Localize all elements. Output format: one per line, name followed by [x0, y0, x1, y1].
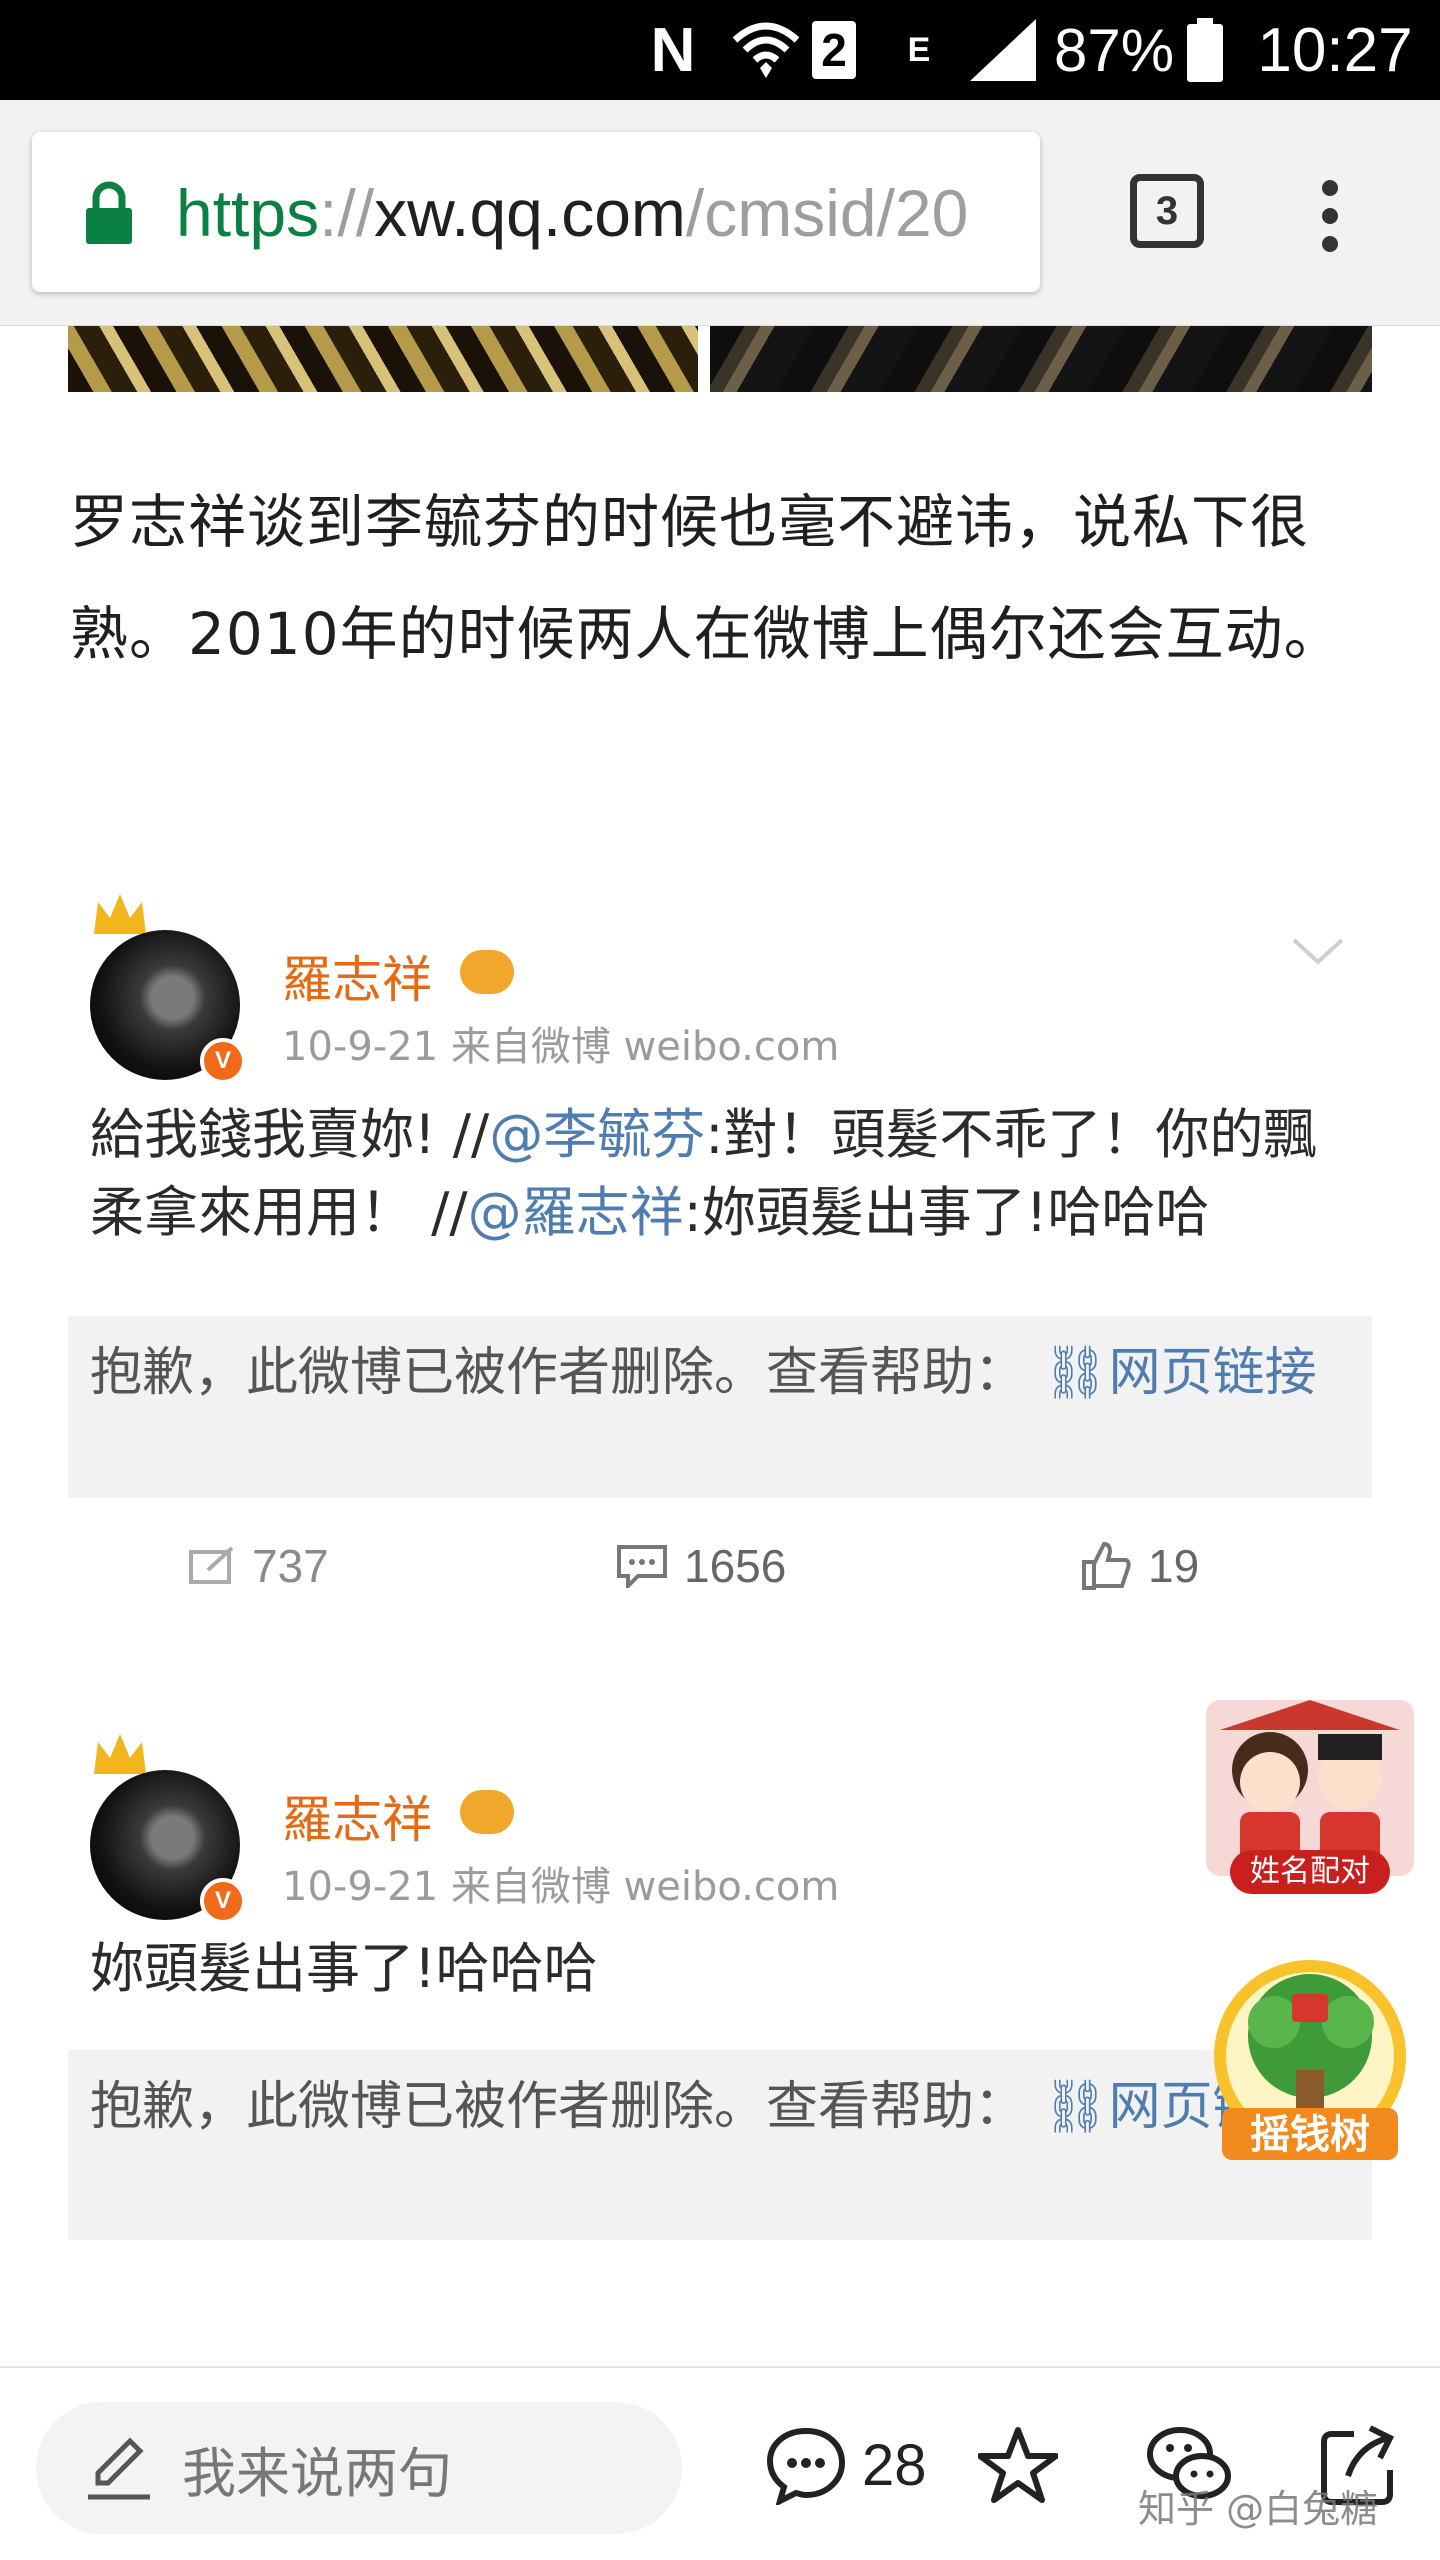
- article-image-bottom: [68, 326, 1372, 392]
- deleted-notice: 抱歉，此微博已被作者删除。查看帮助： ⛓网页链接: [68, 1316, 1372, 1498]
- browser-toolbar: https://xw.qq.com/cmsid/20 3: [0, 100, 1440, 326]
- wifi-icon: [726, 14, 806, 86]
- comment-button[interactable]: 28: [764, 2420, 927, 2510]
- money-tree-ad[interactable]: 摇钱树: [1208, 1958, 1412, 2168]
- comment-icon: [617, 1545, 667, 1588]
- signal-icon: [968, 14, 1038, 86]
- url-bar[interactable]: https://xw.qq.com/cmsid/20: [32, 132, 1040, 292]
- sim-icon: 2: [808, 14, 860, 86]
- chevron-down-icon: [1290, 934, 1346, 968]
- ad-label: 摇钱树: [1250, 2112, 1370, 2158]
- name-match-ad[interactable]: 姓名配对: [1200, 1690, 1420, 1900]
- deleted-text: 抱歉，此微博已被作者删除。查看帮助：: [90, 2077, 1027, 2137]
- nfc-icon: N: [650, 15, 696, 85]
- url-host: xw.qq.com: [374, 176, 686, 250]
- battery-icon: [1180, 14, 1230, 86]
- text-segment: :妳頭髮出事了!哈哈哈: [683, 1181, 1210, 1244]
- weibo-post: V 羅志祥 10-9-21 来自微博 weibo.com 給我錢我賣妳! //@…: [68, 886, 1372, 1646]
- weibo-screenshot-image-2: V 羅志祥 10-9-21 来自微博 weibo.com 妳頭髮出事了!哈哈哈 …: [68, 1730, 1372, 2366]
- star-icon[interactable]: [977, 2426, 1059, 2506]
- link-icon: ⛓: [1026, 1343, 1109, 1403]
- repost-icon: [189, 1546, 234, 1584]
- image-panel-right: [710, 326, 1372, 392]
- lock-icon: [84, 180, 134, 246]
- url-text[interactable]: https://xw.qq.com/cmsid/20: [176, 168, 1036, 258]
- comment-bubble-icon: [766, 2427, 846, 2505]
- network-type: E: [907, 30, 931, 69]
- avatar: V: [90, 1770, 246, 1924]
- bottom-action-bar: 我来说两句 28 知乎 @白兔糖: [0, 2366, 1440, 2560]
- repost-action: 737: [188, 1539, 329, 1593]
- text-segment: 給我錢我賣妳! //: [90, 1103, 490, 1166]
- weibo-post: V 羅志祥 10-9-21 来自微博 weibo.com 妳頭髮出事了!哈哈哈 …: [68, 1730, 1372, 2366]
- pen-icon: [88, 2437, 150, 2500]
- mention-link: @李毓芬: [489, 1103, 706, 1166]
- crown-icon: [92, 892, 148, 936]
- weibo-author: 羅志祥: [282, 1791, 432, 1849]
- repost-count: 737: [252, 1540, 329, 1592]
- avatar: V: [90, 930, 246, 1084]
- more-vert-icon[interactable]: [1300, 176, 1360, 256]
- verified-badge-icon: V: [200, 1878, 246, 1924]
- comment-count: 1656: [684, 1540, 787, 1592]
- url-path: /cmsid/20: [685, 176, 969, 250]
- weibo-author: 羅志祥: [282, 951, 432, 1009]
- clock: 10:27: [1257, 15, 1413, 85]
- comment-input[interactable]: 我来说两句: [36, 2402, 682, 2534]
- url-scheme: https: [176, 176, 320, 250]
- weibo-text: 給我錢我賣妳! //@李毓芬:對！頭髮不乖了！你的飄柔拿來用用！ //@羅志祥:…: [90, 1096, 1370, 1252]
- crown-icon: [92, 1732, 148, 1776]
- vip-crown-icon: [460, 950, 514, 994]
- watermark: 知乎 @白兔糖: [1138, 2487, 1379, 2531]
- image-panel-left: [68, 326, 698, 392]
- deleted-notice: 抱歉，此微博已被作者删除。查看帮助： ⛓网页链接: [68, 2050, 1372, 2240]
- battery-percent: 87%: [1053, 16, 1175, 84]
- deleted-link: 网页链接: [1108, 1343, 1317, 1403]
- ad-label: 姓名配对: [1250, 1854, 1370, 1889]
- verified-badge-icon: V: [200, 1038, 246, 1084]
- like-count: 19: [1148, 1540, 1200, 1592]
- weibo-meta: 10-9-21 来自微博 weibo.com: [282, 1864, 840, 1910]
- comment-placeholder: 我来说两句: [182, 2441, 452, 2505]
- weibo-actions: 737 1656 19: [68, 1506, 1372, 1626]
- thumbs-up-icon: [1082, 1541, 1131, 1590]
- weibo-text: 妳頭髮出事了!哈哈哈: [90, 1937, 598, 2000]
- link-icon: ⛓: [1026, 2077, 1109, 2137]
- comment-action: 1656: [616, 1539, 786, 1593]
- comment-count: 28: [862, 2432, 927, 2498]
- vip-crown-icon: [460, 1790, 514, 1834]
- like-action: 19: [1080, 1539, 1199, 1593]
- article-paragraph: 罗志祥谈到李毓芬的时候也毫不避讳，说私下很熟。2010年的时候两人在微博上偶尔还…: [70, 488, 1343, 668]
- url-separator: ://: [319, 176, 375, 250]
- weibo-meta: 10-9-21 来自微博 weibo.com: [282, 1024, 840, 1070]
- tabs-icon[interactable]: 3: [1130, 174, 1204, 248]
- status-bar: N 2 E 87% 10:27: [0, 0, 1440, 100]
- deleted-text: 抱歉，此微博已被作者删除。查看帮助：: [90, 1343, 1027, 1403]
- mention-link: @羅志祥: [467, 1181, 684, 1244]
